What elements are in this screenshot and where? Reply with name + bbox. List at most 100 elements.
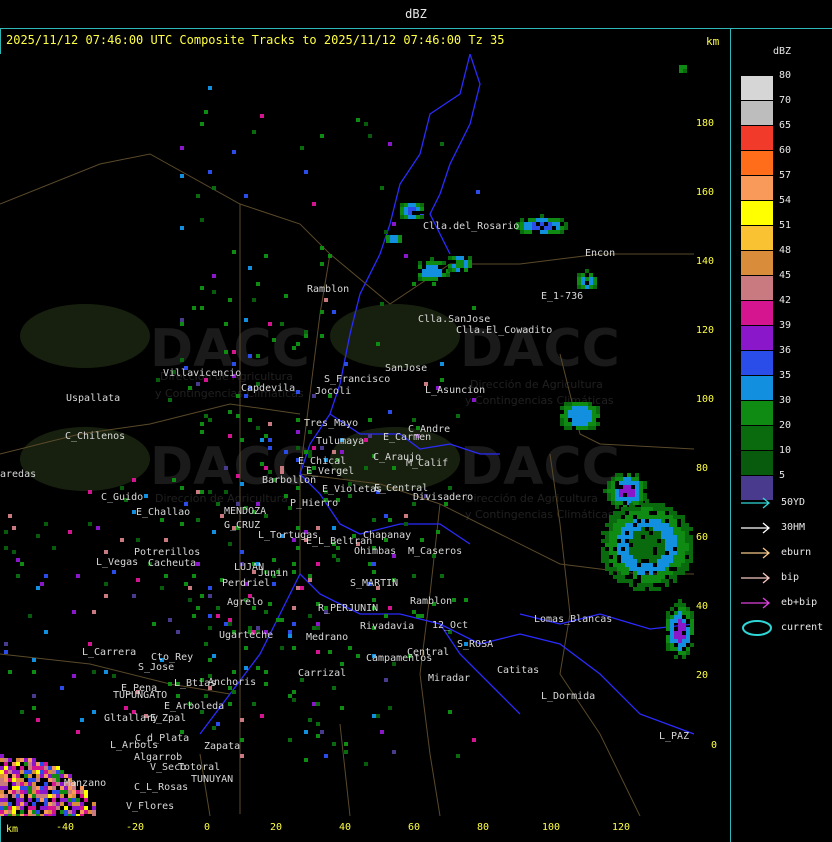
storm-cell <box>661 523 665 527</box>
storm-cell <box>577 273 581 277</box>
echo-cell <box>104 550 108 554</box>
storm-cell <box>0 778 4 782</box>
echo-cell <box>208 86 212 90</box>
storm-cell <box>609 539 613 543</box>
echo-cell <box>388 518 392 522</box>
echo-cell <box>68 530 72 534</box>
storm-cell <box>681 543 685 547</box>
storm-cell <box>80 814 84 816</box>
storm-cell <box>585 269 589 273</box>
storm-cell <box>44 794 48 798</box>
storm-cell <box>633 535 637 539</box>
echo-cell <box>112 674 116 678</box>
storm-cell <box>681 555 685 559</box>
echo-cell <box>120 538 124 542</box>
storm-cell <box>635 501 639 505</box>
storm-cell <box>520 226 524 230</box>
storm-cell <box>615 493 619 497</box>
storm-cell <box>682 603 686 607</box>
storm-cell <box>568 406 572 410</box>
echo-cell <box>476 190 480 194</box>
storm-cell <box>572 402 576 406</box>
storm-cell <box>653 527 657 531</box>
place-label: P_Hierro <box>290 498 338 509</box>
storm-cell <box>576 406 580 410</box>
storm-cell <box>625 523 629 527</box>
storm-cell <box>669 527 673 531</box>
place-label: S_Francisco <box>324 374 390 385</box>
echo-cell <box>288 630 292 634</box>
storm-cell <box>601 559 605 563</box>
storm-cell <box>685 563 689 567</box>
storm-cell <box>576 414 580 418</box>
radar-map[interactable]: DACC Dirección de Agricultura y Continge… <box>0 54 694 816</box>
y-tick-label: 80 <box>696 463 709 474</box>
storm-cell <box>669 571 673 575</box>
storm-cell <box>645 507 649 511</box>
storm-cell <box>649 535 653 539</box>
place-label: Clla.SanJose <box>418 314 490 325</box>
storm-cell <box>629 583 633 587</box>
place-label: Tulumaya <box>316 436 364 447</box>
legend-label: eburn <box>781 547 812 558</box>
storm-cell <box>4 762 8 766</box>
echo-cell <box>320 310 324 314</box>
storm-cell <box>633 511 637 515</box>
storm-cell <box>564 402 568 406</box>
scale-label: 36 <box>779 345 792 356</box>
storm-cell <box>584 426 588 430</box>
storm-cell <box>0 794 4 798</box>
storm-cell <box>674 603 678 607</box>
echo-cell <box>276 618 280 622</box>
storm-cell <box>588 426 592 430</box>
place-label: Lomas_Blancas <box>534 614 612 625</box>
echo-cell <box>240 738 244 742</box>
place-label: Rivadavia <box>360 621 414 632</box>
storm-cell <box>629 535 633 539</box>
storm-cell <box>592 422 596 426</box>
storm-cell <box>28 798 32 802</box>
storm-cell <box>418 277 422 281</box>
legend-label: 30HM <box>781 522 806 533</box>
storm-cell <box>635 473 639 477</box>
place-label: L_Carrera <box>82 647 136 658</box>
storm-cell <box>430 273 434 277</box>
storm-cell <box>689 559 693 563</box>
radar-map-canvas[interactable]: DACC Dirección de Agricultura y Continge… <box>0 54 694 816</box>
storm-cell <box>12 782 16 786</box>
echo-cell <box>20 710 24 714</box>
echo-cell <box>236 474 240 478</box>
storm-cell <box>420 207 424 211</box>
storm-cell <box>615 497 619 501</box>
storm-cell <box>641 523 645 527</box>
x-tick-label: 40 <box>339 822 352 833</box>
echo-cell <box>268 602 272 606</box>
storm-cell <box>426 277 430 281</box>
echo-cell <box>288 634 292 638</box>
place-label: Clla.del_Rosario <box>423 221 519 232</box>
storm-cell <box>617 543 621 547</box>
echo-cell <box>228 618 232 622</box>
storm-cell <box>633 519 637 523</box>
storm-cell <box>674 631 678 635</box>
storm-cell <box>605 559 609 563</box>
echo-cell <box>280 322 284 326</box>
storm-cell <box>80 790 84 794</box>
echo-cell <box>320 730 324 734</box>
storm-cell <box>645 539 649 543</box>
echo-cell <box>208 586 212 590</box>
echo-cell <box>136 578 140 582</box>
storm-cell <box>438 269 442 273</box>
storm-cell <box>649 575 653 579</box>
storm-cell <box>678 619 682 623</box>
legend-label: current <box>781 622 824 633</box>
echo-cell <box>32 694 36 698</box>
storm-cell <box>20 814 24 816</box>
echo-cell <box>260 114 264 118</box>
place-label: Agrelo <box>227 597 263 608</box>
storm-cell <box>609 515 613 519</box>
echo-cell <box>464 598 468 602</box>
echo-cell <box>280 618 284 622</box>
echo-cell <box>92 670 96 674</box>
storm-cell <box>633 571 637 575</box>
